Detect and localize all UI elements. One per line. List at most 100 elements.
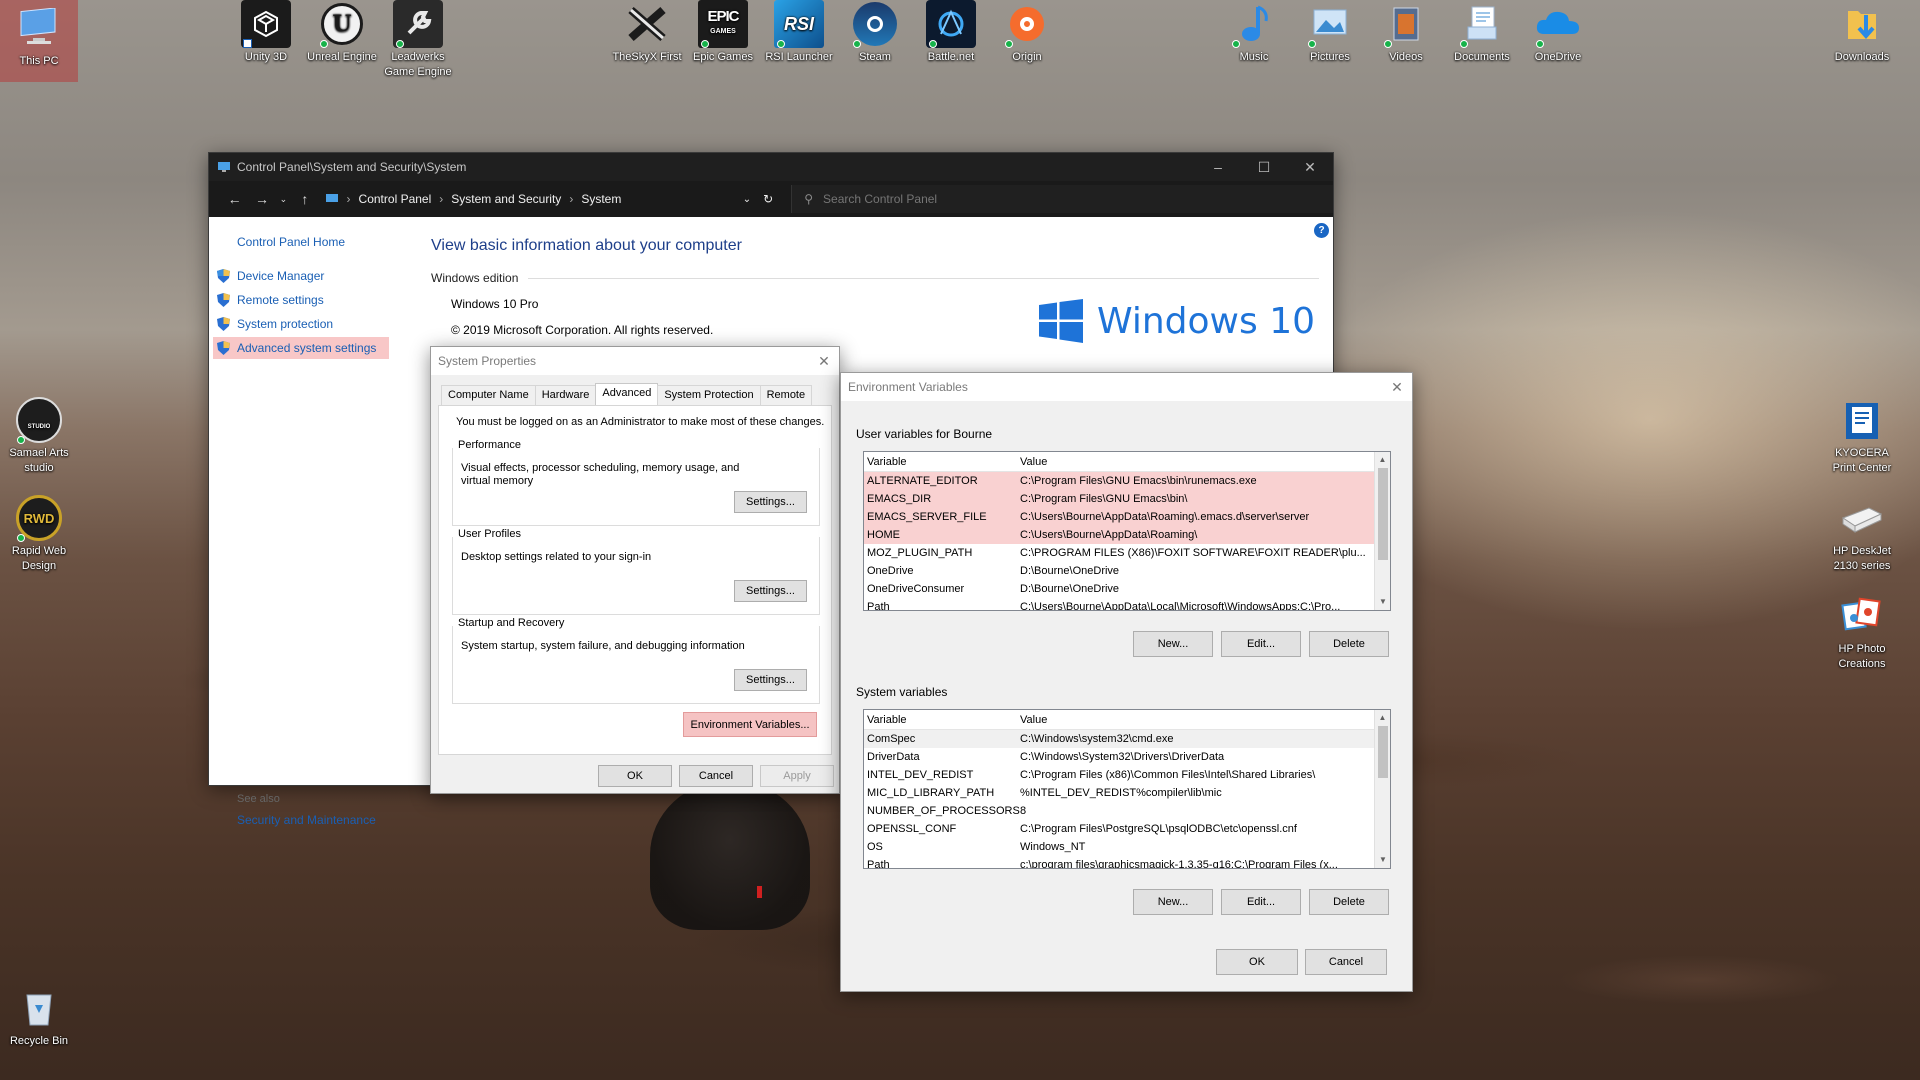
desktop-icon-rapid-web-design[interactable]: RWD Rapid Web Design [0,494,78,574]
forward-arrow-icon[interactable]: → [248,191,275,207]
scroll-down-icon[interactable]: ▼ [1375,594,1390,610]
desktop-icon-battlenet[interactable]: Battle.net [912,0,990,65]
table-row[interactable]: OS Windows_NT [864,838,1390,856]
dialog-titlebar[interactable]: Environment Variables ✕ [841,373,1412,401]
tab-remote[interactable]: Remote [759,385,813,405]
table-row[interactable]: Path C:\Users\Bourne\AppData\Local\Micros… [864,598,1390,610]
desktop-icon-unreal[interactable]: U Unreal Engine [303,0,381,65]
vertical-scrollbar[interactable]: ▲ ▼ [1374,452,1390,610]
table-row[interactable]: OneDrive D:\Bourne\OneDrive [864,562,1390,580]
desktop-icon-this-pc[interactable]: This PC [0,0,78,82]
sidebar-item-device-manager[interactable]: Device Manager [209,265,399,287]
startup-recovery-settings-button[interactable]: Settings... [734,669,807,691]
breadcrumb-control-panel[interactable]: Control Panel [359,192,432,206]
desktop-icon-epic-games[interactable]: EPIC GAMES Epic Games [684,0,762,65]
column-header-variable[interactable]: Variable [864,456,1020,468]
search-box[interactable]: ⚲ [791,185,1333,213]
scrollbar-thumb[interactable] [1378,468,1388,560]
table-row[interactable]: DriverData C:\Windows\System32\Drivers\Dr… [864,748,1390,766]
desktop-icon-pictures[interactable]: Pictures [1291,0,1369,65]
scroll-up-icon[interactable]: ▲ [1375,452,1390,468]
minimize-icon[interactable]: – [1195,159,1241,176]
table-row[interactable]: EMACS_SERVER_FILE C:\Users\Bourne\AppData… [864,508,1390,526]
desktop-icon-leadwerks[interactable]: Leadwerks Game Engine [379,0,457,80]
desktop-icon-music[interactable]: Music [1215,0,1293,65]
desktop-icon-rsi-launcher[interactable]: RSI RSI Launcher [760,0,838,65]
close-icon[interactable]: ✕ [809,353,839,370]
table-row[interactable]: Path c:\program files\graphicsmagick-1.3.… [864,856,1390,868]
tab-system-protection[interactable]: System Protection [657,385,761,405]
scroll-down-icon[interactable]: ▼ [1375,852,1390,868]
cancel-button[interactable]: Cancel [679,765,753,787]
table-row[interactable]: ALTERNATE_EDITOR C:\Program Files\GNU Ema… [864,472,1390,490]
tab-computer-name[interactable]: Computer Name [441,385,536,405]
performance-settings-button[interactable]: Settings... [734,491,807,513]
desktop-icon-origin[interactable]: Origin [988,0,1066,65]
tab-hardware[interactable]: Hardware [534,385,597,405]
sidebar-control-panel-home[interactable]: Control Panel Home [209,231,399,253]
desktop-icon-documents[interactable]: Documents [1443,0,1521,65]
scroll-up-icon[interactable]: ▲ [1375,710,1390,726]
close-icon[interactable]: ✕ [1382,379,1412,396]
user-profiles-settings-button[interactable]: Settings... [734,580,807,602]
desktop-icon-label: Origin [1012,51,1042,63]
security-and-maintenance-link[interactable]: Security and Maintenance [209,809,376,831]
table-row[interactable]: OPENSSL_CONF C:\Program Files\PostgreSQL\… [864,820,1390,838]
breadcrumb-system[interactable]: System [581,192,621,206]
vertical-scrollbar[interactable]: ▲ ▼ [1374,710,1390,868]
ok-button[interactable]: OK [598,765,672,787]
table-row[interactable]: EMACS_DIR C:\Program Files\GNU Emacs\bin\ [864,490,1390,508]
system-new-button[interactable]: New... [1133,889,1213,915]
sidebar-item-advanced-system-settings[interactable]: Advanced system settings [213,337,389,359]
search-input[interactable] [823,192,1304,206]
user-new-button[interactable]: New... [1133,631,1213,657]
maximize-icon[interactable]: ☐ [1241,159,1287,176]
user-delete-button[interactable]: Delete [1309,631,1389,657]
column-header-variable[interactable]: Variable [864,714,1020,726]
ok-button[interactable]: OK [1216,949,1298,975]
environment-variables-button[interactable]: Environment Variables... [683,712,817,737]
breadcrumb-system-security[interactable]: System and Security [451,192,561,206]
system-edit-button[interactable]: Edit... [1221,889,1301,915]
desktop-icon-steam[interactable]: Steam [836,0,914,65]
scrollbar-thumb[interactable] [1378,726,1388,778]
sidebar-item-system-protection[interactable]: System protection [209,313,399,335]
desktop-icon-hp-deskjet[interactable]: HP DeskJet 2130 series [1823,494,1901,574]
sidebar-item-remote-settings[interactable]: Remote settings [209,289,399,311]
desktop-icon-recycle-bin[interactable]: Recycle Bin [0,984,78,1049]
desktop-icon-theskyx[interactable]: TheSkyX First [608,0,686,65]
tab-advanced[interactable]: Advanced [595,383,659,405]
user-variables-list[interactable]: Variable Value ALTERNATE_EDITOR C:\Progra… [863,451,1391,611]
control-panel-titlebar[interactable]: Control Panel\System and Security\System… [209,153,1333,181]
refresh-icon[interactable]: ↻ [763,192,773,206]
back-arrow-icon[interactable]: ← [221,191,248,207]
table-row[interactable]: MOZ_PLUGIN_PATH C:\PROGRAM FILES (X86)\FO… [864,544,1390,562]
help-icon[interactable]: ? [1314,223,1329,238]
desktop-icon-videos[interactable]: Videos [1367,0,1445,65]
desktop-icon-kyocera[interactable]: KYOCERA Print Center [1823,396,1901,476]
table-row[interactable]: MIC_LD_LIBRARY_PATH %INTEL_DEV_REDIST%com… [864,784,1390,802]
desktop-icon-downloads[interactable]: Downloads [1823,0,1901,65]
cancel-button[interactable]: Cancel [1305,949,1387,975]
table-row[interactable]: NUMBER_OF_PROCESSORS 8 [864,802,1390,820]
apply-button[interactable]: Apply [760,765,834,787]
table-row[interactable]: OneDriveConsumer D:\Bourne\OneDrive [864,580,1390,598]
recent-chevron-icon[interactable]: ⌄ [276,194,292,205]
close-icon[interactable]: ✕ [1287,159,1333,176]
desktop-icon-onedrive[interactable]: OneDrive [1519,0,1597,65]
user-edit-button[interactable]: Edit... [1221,631,1301,657]
table-row[interactable]: ComSpec C:\Windows\system32\cmd.exe [864,730,1390,748]
desktop-icon-unity[interactable]: Unity 3D [227,0,305,65]
breadcrumb[interactable]: › Control Panel › System and Security › … [318,186,778,212]
system-variables-list[interactable]: Variable Value ComSpec C:\Windows\system3… [863,709,1391,869]
system-delete-button[interactable]: Delete [1309,889,1389,915]
table-row[interactable]: INTEL_DEV_REDIST C:\Program Files (x86)\C… [864,766,1390,784]
column-header-value[interactable]: Value [1020,714,1370,726]
desktop-icon-hp-photo-creations[interactable]: HP Photo Creations [1823,592,1901,672]
up-arrow-icon[interactable]: ↑ [291,191,318,207]
desktop-icon-samael-arts[interactable]: STUDIO Samael Arts studio [0,396,78,476]
column-header-value[interactable]: Value [1020,456,1370,468]
dialog-titlebar[interactable]: System Properties ✕ [431,347,839,375]
address-dropdown-icon[interactable]: ⌄ [743,194,751,205]
table-row[interactable]: HOME C:\Users\Bourne\AppData\Roaming\ [864,526,1390,544]
